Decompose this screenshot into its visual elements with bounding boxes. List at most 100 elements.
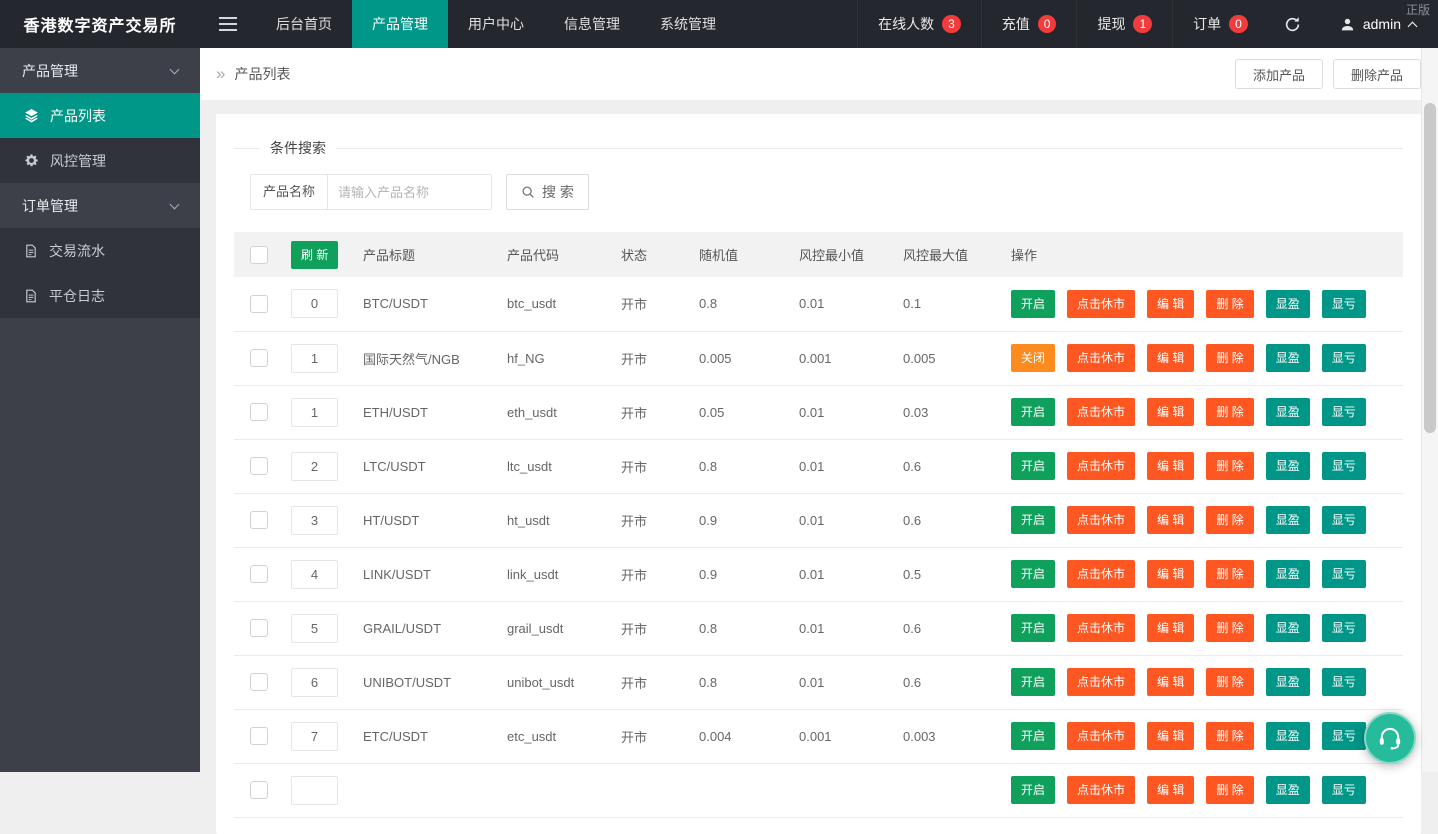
show-profit-button[interactable]: 显盈 (1266, 776, 1310, 804)
menu-toggle-button[interactable] (200, 0, 256, 48)
show-loss-button[interactable]: 显亏 (1322, 560, 1366, 588)
refresh-button[interactable] (1268, 0, 1318, 48)
select-all-checkbox[interactable] (250, 246, 268, 264)
add-product-button[interactable]: 添加产品 (1235, 59, 1323, 89)
open-market-button[interactable]: 开启 (1011, 560, 1055, 588)
row-checkbox[interactable] (250, 511, 268, 529)
topbar-stat[interactable]: 订单0 (1172, 0, 1268, 48)
sidebar-group-header[interactable]: 产品管理 (0, 48, 200, 93)
topbar-stat[interactable]: 充值0 (981, 0, 1077, 48)
row-checkbox[interactable] (250, 673, 268, 691)
halt-market-button[interactable]: 点击休市 (1067, 560, 1135, 588)
edit-button[interactable]: 编 辑 (1147, 722, 1194, 750)
sort-input[interactable] (291, 776, 338, 805)
sort-input[interactable] (291, 722, 338, 751)
halt-market-button[interactable]: 点击休市 (1067, 776, 1135, 804)
sort-input[interactable] (291, 452, 338, 481)
edit-button[interactable]: 编 辑 (1147, 452, 1194, 480)
delete-button[interactable]: 删 除 (1206, 398, 1253, 426)
show-profit-button[interactable]: 显盈 (1266, 722, 1310, 750)
halt-market-button[interactable]: 点击休市 (1067, 290, 1135, 318)
delete-product-button[interactable]: 删除产品 (1333, 59, 1421, 89)
show-loss-button[interactable]: 显亏 (1322, 668, 1366, 696)
open-market-button[interactable]: 开启 (1011, 506, 1055, 534)
open-market-button[interactable]: 开启 (1011, 614, 1055, 642)
customer-service-button[interactable] (1364, 712, 1416, 764)
row-checkbox[interactable] (250, 727, 268, 745)
product-name-input[interactable] (328, 174, 492, 210)
row-checkbox[interactable] (250, 349, 268, 367)
sidebar-group-header[interactable]: 订单管理 (0, 183, 200, 228)
edit-button[interactable]: 编 辑 (1147, 344, 1194, 372)
top-nav-item[interactable]: 信息管理 (544, 0, 640, 48)
topbar-stat[interactable]: 在线人数3 (857, 0, 981, 48)
sort-input[interactable] (291, 668, 338, 697)
halt-market-button[interactable]: 点击休市 (1067, 344, 1135, 372)
sidebar-item[interactable]: 风控管理 (0, 138, 200, 183)
delete-button[interactable]: 删 除 (1206, 344, 1253, 372)
show-loss-button[interactable]: 显亏 (1322, 506, 1366, 534)
show-loss-button[interactable]: 显亏 (1322, 722, 1366, 750)
sidebar-item[interactable]: 交易流水 (0, 228, 200, 273)
sort-input[interactable] (291, 614, 338, 643)
sort-input[interactable] (291, 344, 338, 373)
edit-button[interactable]: 编 辑 (1147, 560, 1194, 588)
sort-input[interactable] (291, 560, 338, 589)
show-loss-button[interactable]: 显亏 (1322, 344, 1366, 372)
scrollbar-track[interactable] (1421, 48, 1438, 772)
show-profit-button[interactable]: 显盈 (1266, 506, 1310, 534)
show-profit-button[interactable]: 显盈 (1266, 452, 1310, 480)
delete-button[interactable]: 删 除 (1206, 722, 1253, 750)
halt-market-button[interactable]: 点击休市 (1067, 668, 1135, 696)
sort-input[interactable] (291, 398, 338, 427)
open-market-button[interactable]: 开启 (1011, 398, 1055, 426)
halt-market-button[interactable]: 点击休市 (1067, 452, 1135, 480)
show-loss-button[interactable]: 显亏 (1322, 614, 1366, 642)
sort-input[interactable] (291, 506, 338, 535)
row-checkbox[interactable] (250, 619, 268, 637)
show-loss-button[interactable]: 显亏 (1322, 776, 1366, 804)
halt-market-button[interactable]: 点击休市 (1067, 398, 1135, 426)
show-profit-button[interactable]: 显盈 (1266, 668, 1310, 696)
open-market-button[interactable]: 开启 (1011, 776, 1055, 804)
edit-button[interactable]: 编 辑 (1147, 398, 1194, 426)
show-profit-button[interactable]: 显盈 (1266, 560, 1310, 588)
delete-button[interactable]: 删 除 (1206, 560, 1253, 588)
halt-market-button[interactable]: 点击休市 (1067, 614, 1135, 642)
halt-market-button[interactable]: 点击休市 (1067, 506, 1135, 534)
top-nav-item[interactable]: 用户中心 (448, 0, 544, 48)
show-profit-button[interactable]: 显盈 (1266, 290, 1310, 318)
row-checkbox[interactable] (250, 457, 268, 475)
row-checkbox[interactable] (250, 403, 268, 421)
row-checkbox[interactable] (250, 565, 268, 583)
row-checkbox[interactable] (250, 295, 268, 313)
scrollbar-thumb[interactable] (1424, 103, 1436, 433)
sort-input[interactable] (291, 289, 338, 318)
sidebar-item[interactable]: 平仓日志 (0, 273, 200, 318)
show-loss-button[interactable]: 显亏 (1322, 452, 1366, 480)
delete-button[interactable]: 删 除 (1206, 290, 1253, 318)
row-checkbox[interactable] (250, 781, 268, 799)
delete-button[interactable]: 删 除 (1206, 776, 1253, 804)
open-market-button[interactable]: 开启 (1011, 722, 1055, 750)
open-market-button[interactable]: 开启 (1011, 290, 1055, 318)
topbar-stat[interactable]: 提现1 (1076, 0, 1172, 48)
top-nav-item[interactable]: 产品管理 (352, 0, 448, 48)
edit-button[interactable]: 编 辑 (1147, 506, 1194, 534)
search-button[interactable]: 搜 索 (506, 174, 589, 210)
table-refresh-button[interactable]: 刷 新 (291, 241, 338, 269)
delete-button[interactable]: 删 除 (1206, 452, 1253, 480)
top-nav-item[interactable]: 系统管理 (640, 0, 736, 48)
close-market-button[interactable]: 关闭 (1011, 344, 1055, 372)
edit-button[interactable]: 编 辑 (1147, 776, 1194, 804)
halt-market-button[interactable]: 点击休市 (1067, 722, 1135, 750)
delete-button[interactable]: 删 除 (1206, 506, 1253, 534)
show-profit-button[interactable]: 显盈 (1266, 344, 1310, 372)
show-profit-button[interactable]: 显盈 (1266, 614, 1310, 642)
delete-button[interactable]: 删 除 (1206, 614, 1253, 642)
show-profit-button[interactable]: 显盈 (1266, 398, 1310, 426)
edit-button[interactable]: 编 辑 (1147, 668, 1194, 696)
show-loss-button[interactable]: 显亏 (1322, 290, 1366, 318)
edit-button[interactable]: 编 辑 (1147, 614, 1194, 642)
open-market-button[interactable]: 开启 (1011, 452, 1055, 480)
